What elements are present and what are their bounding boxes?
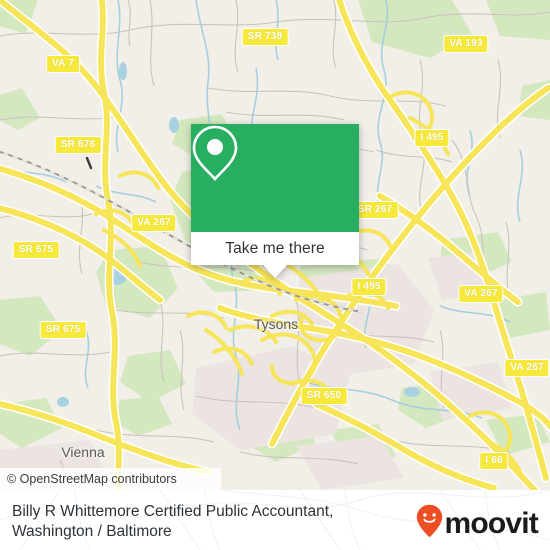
take-me-there-label: Take me there bbox=[225, 239, 325, 257]
road-shield: I 495 bbox=[351, 278, 387, 296]
place-title-line1: Billy R Whittemore Certified Public Acco… bbox=[12, 503, 334, 520]
road-shield: VA 267 bbox=[458, 285, 504, 303]
moovit-smiley-pin-icon bbox=[416, 504, 443, 543]
road-shield: I 66 bbox=[479, 452, 509, 470]
road-shield: SR 675 bbox=[39, 321, 87, 339]
map-attribution[interactable]: © OpenStreetMap contributors bbox=[0, 468, 221, 490]
road-shield: VA 7 bbox=[46, 55, 80, 73]
road-shield: VA 193 bbox=[443, 35, 489, 53]
moovit-place-card: SR 738 VA 193 VA 7 SR 676 I 495 VA 267 S… bbox=[0, 0, 550, 550]
road-shield: I 495 bbox=[414, 129, 450, 147]
popup-pointer-tail bbox=[263, 265, 287, 278]
place-title-line2: Washington / Baltimore bbox=[12, 523, 172, 540]
road-shield: SR 650 bbox=[300, 387, 348, 405]
place-label-vienna: Vienna bbox=[61, 444, 105, 460]
road-shield: VA 267 bbox=[131, 214, 177, 232]
take-me-there-popup[interactable]: Take me there bbox=[191, 124, 359, 278]
moovit-logo[interactable]: moovit bbox=[416, 504, 539, 543]
popup-icon-area bbox=[191, 124, 359, 232]
popup-action-area[interactable]: Take me there bbox=[191, 232, 359, 265]
place-label-tysons: Tysons bbox=[253, 316, 299, 332]
road-shield: VA 267 bbox=[504, 359, 550, 377]
page-footer: Billy R Whittemore Certified Public Acco… bbox=[0, 490, 550, 550]
road-shield: SR 738 bbox=[241, 28, 289, 46]
map-canvas[interactable]: SR 738 VA 193 VA 7 SR 676 I 495 VA 267 S… bbox=[0, 0, 550, 490]
road-shield: SR 675 bbox=[12, 241, 60, 259]
moovit-wordmark: moovit bbox=[444, 506, 538, 540]
place-title: Billy R Whittemore Certified Public Acco… bbox=[12, 502, 402, 542]
road-shield: SR 676 bbox=[54, 136, 102, 154]
